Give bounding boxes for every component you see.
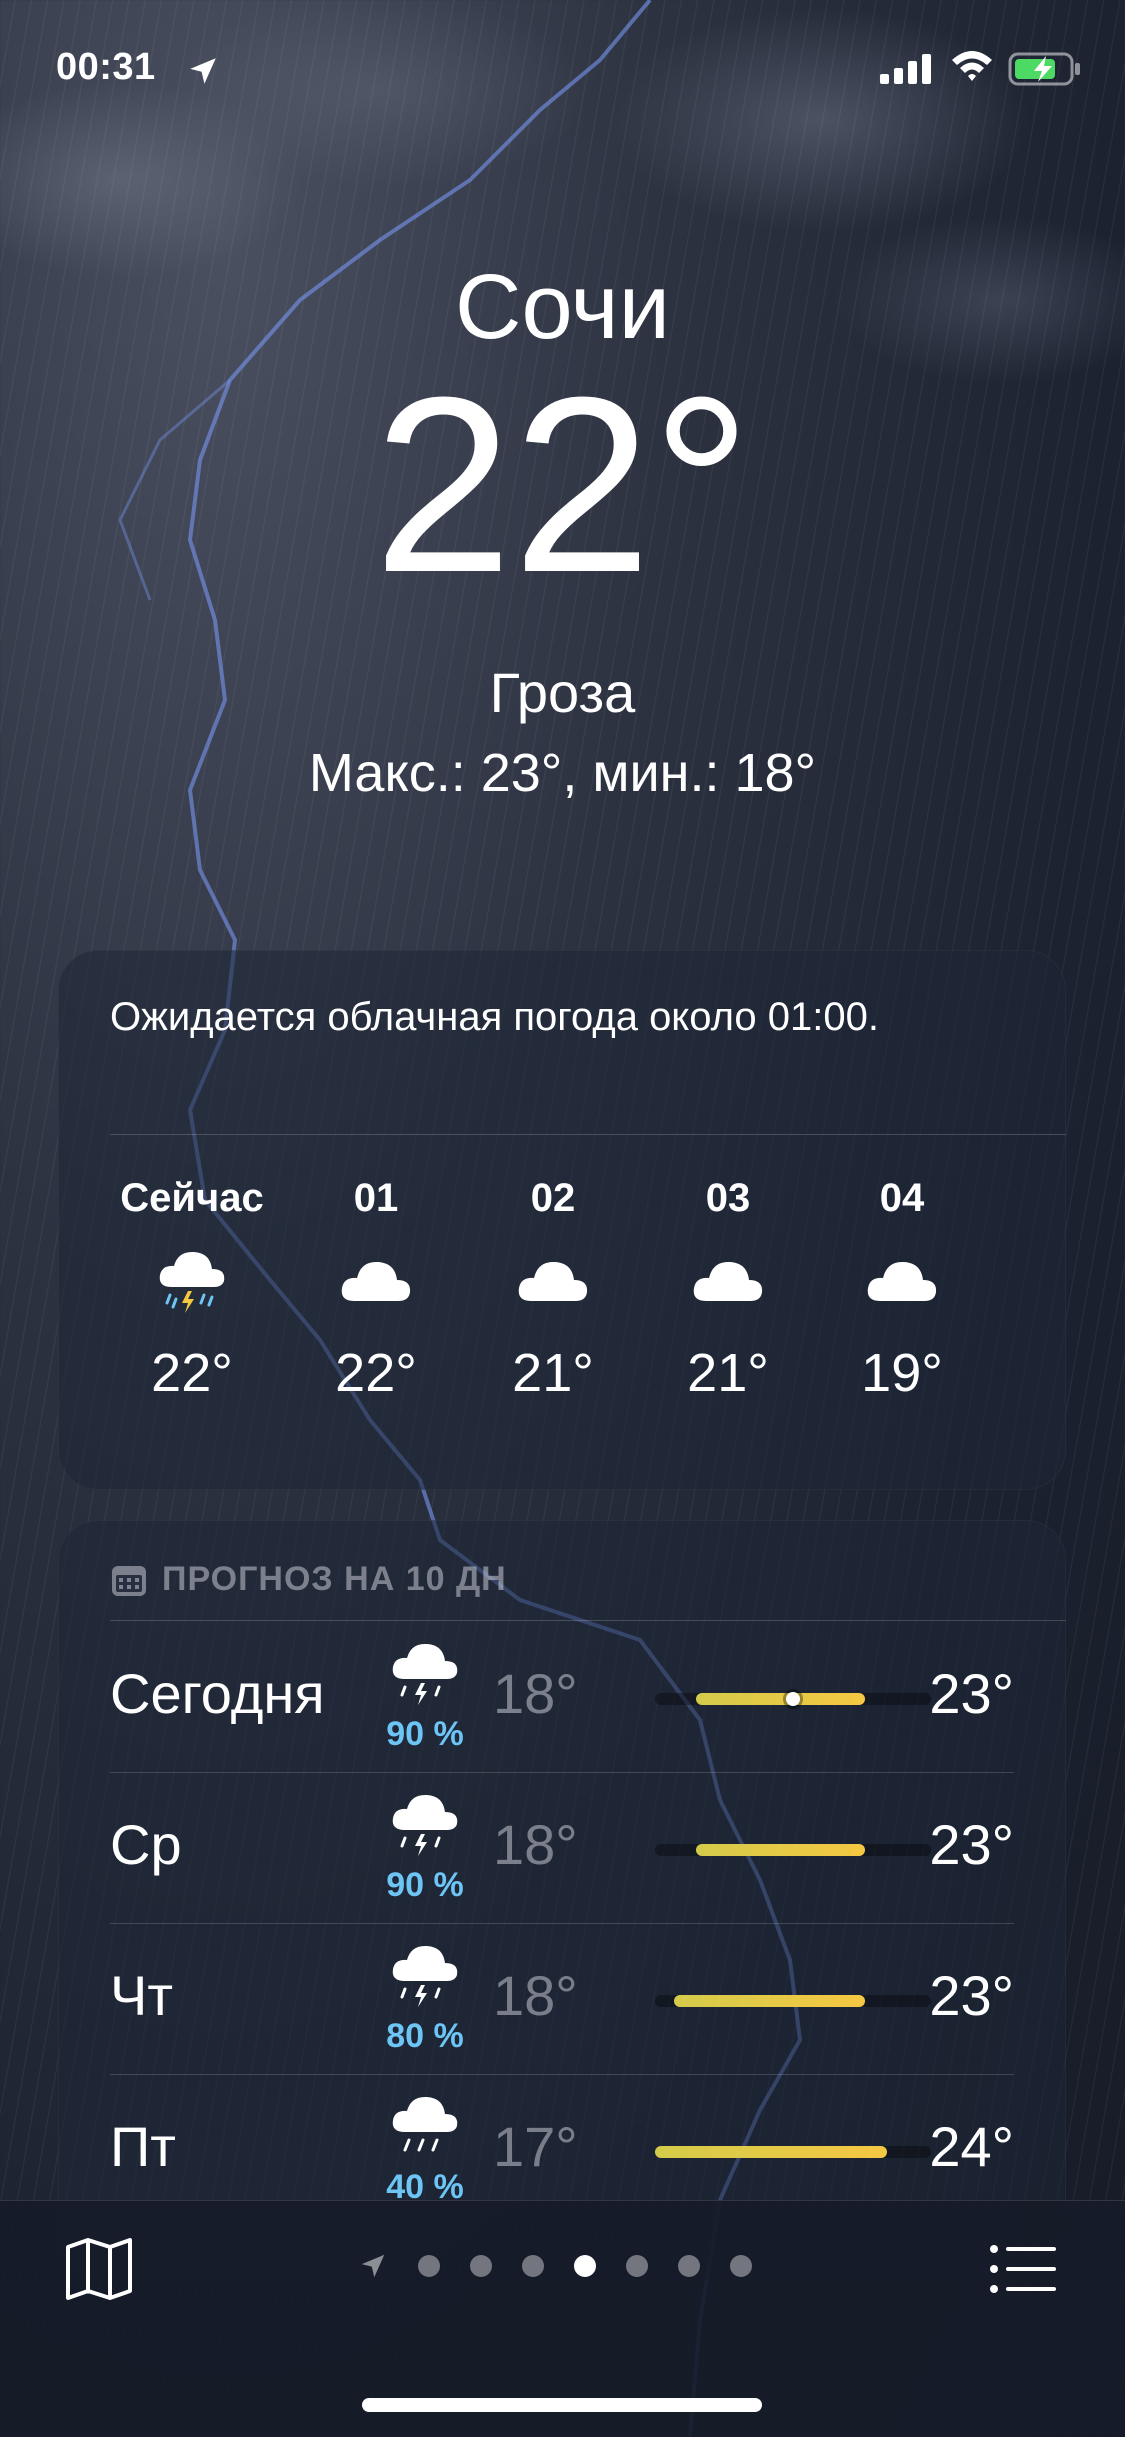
current-temp-dot	[786, 1692, 800, 1706]
temp-range-bar	[655, 1995, 931, 2007]
hourly-list[interactable]: Сейчас 22° 01 22° 02 21° 03 21° 04 19°	[58, 1170, 1066, 1470]
page-dots[interactable]	[418, 2255, 752, 2277]
hourly-forecast-card[interactable]: Ожидается облачная погода около 01:00. С…	[58, 950, 1066, 1490]
daily-row[interactable]: Ср 90 % 18° 23°	[110, 1774, 1014, 1924]
page-dot[interactable]	[470, 2255, 492, 2277]
temp-range-fill	[655, 2146, 887, 2158]
cloud-icon	[286, 1226, 466, 1336]
high-low-temperature: Макс.: 23°, мин.: 18°	[308, 743, 817, 803]
low-temp: 18°	[493, 1813, 578, 1876]
hour-label: 03	[705, 1176, 751, 1220]
daily-row[interactable]: Чт 80 % 18° 23°	[110, 1925, 1014, 2075]
hour-item: 03 21°	[638, 1170, 818, 1404]
hour-item: 04 19°	[812, 1170, 992, 1404]
page-dot[interactable]	[522, 2255, 544, 2277]
daily-forecast-title: ПРОГНОЗ НА 10 ДН	[162, 1560, 507, 1598]
page-dot[interactable]	[574, 2255, 596, 2277]
precip-chance: 90 %	[386, 1715, 464, 1753]
daily-forecast-card[interactable]: ПРОГНОЗ НА 10 ДН Сегодня 90 % 18° 23° Ср…	[58, 1520, 1066, 2280]
temp-range-bar	[655, 1844, 931, 1856]
calendar-icon	[112, 1565, 146, 1596]
status-time: 00:31	[56, 46, 156, 88]
hour-label: Сейчас	[120, 1176, 264, 1220]
temp-range-bar	[655, 2146, 931, 2158]
day-name: Ср	[110, 1813, 182, 1876]
cloud-icon	[463, 1226, 643, 1336]
low-temp: 18°	[493, 1964, 578, 2027]
precip-chance: 80 %	[386, 2017, 464, 2055]
hour-temp: 19°	[861, 1343, 943, 1403]
temp-range-fill	[674, 1995, 865, 2007]
cloud-bolt-rain-icon	[380, 1786, 470, 1867]
hour-item: 02 21°	[463, 1170, 643, 1404]
cloud-icon	[812, 1226, 992, 1336]
location-arrow-icon	[190, 58, 216, 84]
hour-item: Сейчас 22°	[102, 1170, 282, 1404]
cloud-bolt-rain-icon	[380, 1937, 470, 2018]
cloud-rain-icon	[380, 2088, 470, 2169]
high-temp: 23°	[929, 1964, 1014, 2027]
wifi-icon	[952, 51, 992, 81]
hour-label: 04	[879, 1176, 925, 1220]
temp-range-fill	[696, 1693, 865, 1705]
page-dot[interactable]	[418, 2255, 440, 2277]
high-temp: 24°	[929, 2115, 1014, 2178]
high-temp: 23°	[929, 1813, 1014, 1876]
list-icon[interactable]	[988, 2241, 1058, 2297]
forecast-summary: Ожидается облачная погода около 01:00.	[110, 995, 879, 1039]
cloud-bolt-rain-icon	[102, 1226, 282, 1336]
hour-label: 01	[353, 1176, 399, 1220]
low-temp: 18°	[493, 1662, 578, 1725]
divider	[110, 1620, 1066, 1621]
day-name: Чт	[110, 1964, 173, 2027]
hour-temp: 21°	[687, 1343, 769, 1403]
weather-condition: Гроза	[489, 661, 636, 724]
cellular-signal-icon	[880, 54, 931, 84]
hour-temp: 22°	[335, 1343, 417, 1403]
day-name: Сегодня	[110, 1662, 325, 1725]
divider	[110, 1134, 1066, 1135]
home-indicator[interactable]	[362, 2398, 762, 2412]
map-icon[interactable]	[64, 2237, 134, 2301]
precip-chance: 90 %	[386, 1866, 464, 1904]
day-name: Пт	[110, 2115, 176, 2178]
divider	[110, 1923, 1014, 1924]
current-temperature: 22°	[373, 345, 752, 624]
status-bar: 00:31	[0, 40, 1125, 100]
temp-range-bar	[655, 1692, 931, 1706]
daily-row[interactable]: Сегодня 90 % 18° 23°	[110, 1623, 1014, 1773]
hour-temp: 22°	[151, 1343, 233, 1403]
temp-range-fill	[696, 1844, 865, 1856]
page-dot[interactable]	[626, 2255, 648, 2277]
location-arrow-icon[interactable]	[358, 2251, 388, 2281]
page-indicator[interactable]	[358, 2251, 752, 2281]
daily-forecast-header: ПРОГНОЗ НА 10 ДН	[110, 1560, 507, 1599]
cloud-icon	[638, 1226, 818, 1336]
high-temp: 23°	[929, 1662, 1014, 1725]
page-dot[interactable]	[678, 2255, 700, 2277]
battery-charging-icon	[1008, 52, 1080, 86]
divider	[110, 2074, 1014, 2075]
divider	[110, 1772, 1014, 1773]
hour-item: 01 22°	[286, 1170, 466, 1404]
hour-temp: 21°	[512, 1343, 594, 1403]
low-temp: 17°	[493, 2115, 578, 2178]
page-dot[interactable]	[730, 2255, 752, 2277]
cloud-bolt-rain-icon	[380, 1635, 470, 1716]
hour-label: 02	[530, 1176, 576, 1220]
